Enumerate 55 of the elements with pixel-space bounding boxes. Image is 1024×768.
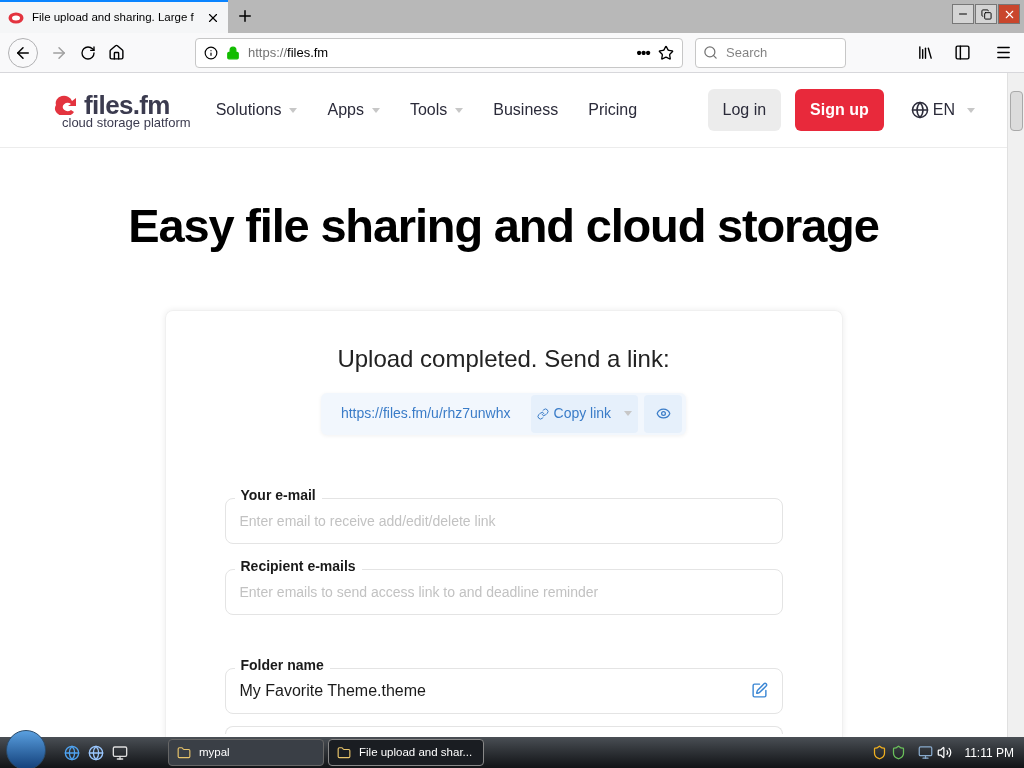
minimize-button[interactable]: [952, 4, 974, 24]
taskbar-button[interactable]: File upload and shar...: [328, 739, 484, 766]
edit-icon[interactable]: [750, 682, 768, 700]
taskbar-button[interactable]: mypal: [168, 739, 324, 766]
nav-link[interactable]: Solutions: [215, 98, 298, 122]
bookmark-icon[interactable]: [658, 44, 674, 61]
close-button[interactable]: [998, 4, 1020, 24]
info-icon[interactable]: [204, 45, 218, 60]
tab-title: File upload and sharing. Large f: [32, 9, 195, 25]
desktop-icon[interactable]: [112, 744, 128, 761]
volume-icon[interactable]: [937, 745, 953, 760]
signup-button[interactable]: Sign up: [795, 89, 884, 131]
search-icon: [703, 44, 718, 60]
language-selector[interactable]: EN: [910, 98, 975, 122]
caret-icon: [967, 107, 975, 113]
url-text: https://files.fm: [248, 43, 330, 62]
folder-icon: [337, 745, 351, 760]
page-heading: Easy file sharing and cloud storage: [127, 200, 880, 252]
nav-link[interactable]: Business: [493, 98, 559, 122]
site-logo[interactable]: files.fm cloud storage platform: [52, 91, 191, 129]
clock: 11:11 PM: [964, 744, 1014, 762]
caret-icon: [624, 411, 633, 417]
reload-icon[interactable]: [80, 44, 96, 61]
browser-icon[interactable]: [64, 744, 80, 761]
eye-icon: [655, 406, 671, 422]
more-icon[interactable]: •••: [636, 45, 650, 60]
new-tab-icon[interactable]: [236, 7, 254, 25]
copy-link-button[interactable]: Copy link: [530, 394, 639, 433]
lock-icon: [226, 45, 240, 60]
home-icon[interactable]: [108, 44, 125, 61]
link-icon: [536, 407, 549, 420]
menu-icon[interactable]: [995, 44, 1012, 61]
shield-icon[interactable]: [872, 745, 888, 760]
nav-link[interactable]: Apps: [327, 98, 380, 122]
browser-icon[interactable]: [88, 744, 104, 761]
sidebar-icon[interactable]: [954, 44, 971, 61]
share-link[interactable]: https://files.fm/u/rhz7unwhx: [340, 403, 511, 425]
folder-icon: [177, 745, 191, 760]
network-icon[interactable]: [918, 745, 934, 760]
restore-button[interactable]: [975, 4, 997, 24]
scrollbar[interactable]: [1007, 73, 1024, 737]
nav-link[interactable]: Tools: [409, 98, 464, 122]
nav-link[interactable]: Pricing: [588, 98, 638, 122]
library-icon[interactable]: [917, 44, 934, 61]
restore-icon: [980, 8, 992, 20]
search-field[interactable]: Search: [695, 37, 846, 68]
browser-tab[interactable]: File upload and sharing. Large f: [0, 0, 228, 33]
globe-icon: [910, 101, 929, 119]
card-title: Upload completed. Send a link:: [337, 343, 670, 374]
security-icon[interactable]: [891, 745, 907, 760]
preview-button[interactable]: [644, 394, 683, 433]
address-bar[interactable]: https://files.fm •••: [195, 37, 683, 68]
logo-icon: [8, 11, 24, 24]
start-button[interactable]: [6, 729, 46, 768]
login-button[interactable]: Log in: [707, 89, 782, 131]
